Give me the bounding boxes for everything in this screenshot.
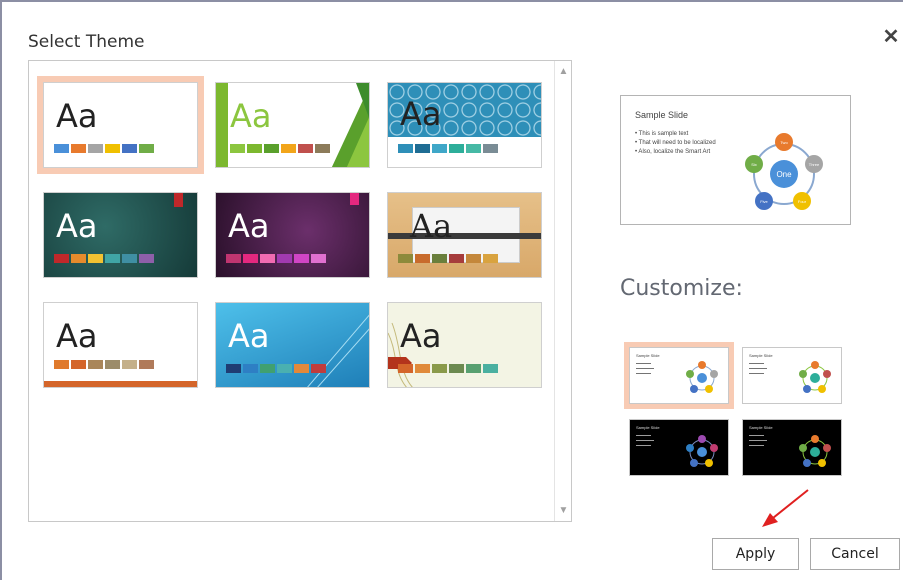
theme-swatches [54,360,154,369]
theme-swatches [398,364,498,373]
variant-title: Sample Slide [749,425,773,430]
smartart-node: Three [809,162,820,167]
theme-thumbnail-office[interactable]: Aa [37,76,204,174]
variant-title: Sample Slide [749,353,773,358]
variant-smartart [799,435,831,467]
theme-thumbnail-retrospect[interactable]: Aa [43,302,198,388]
scroll-down-icon[interactable]: ▼ [555,502,572,519]
close-icon[interactable]: ✕ [880,26,902,48]
variant-bullets: ▬▬▬▬▬ ▬▬▬▬▬▬ ▬▬▬▬▬ [636,361,654,375]
preview-bullets: • This is sample text • That will need t… [635,130,716,157]
theme-thumbnail-wisp[interactable]: Aa [387,302,542,388]
preview-bullet: • Also, localize the Smart Art [635,149,711,155]
variant-bullets: ▬▬▬▬▬ ▬▬▬▬▬▬ ▬▬▬▬▬ [749,433,767,447]
variant-smartart [686,435,718,467]
preview-smartart: One Two Three Four Five Six [745,133,823,210]
variant-thumbnail-2[interactable]: Sample Slide ▬▬▬▬▬ ▬▬▬▬▬▬ ▬▬▬▬▬ [742,347,842,404]
customize-label: Customize: [620,276,743,301]
scroll-up-icon[interactable]: ▲ [555,63,572,80]
variant-smartart [686,361,718,393]
smartart-node: Six [751,162,757,167]
theme-thumbnail-pattern[interactable]: Aa [387,82,542,168]
variant-thumbnail-3[interactable]: Sample Slide ▬▬▬▬▬ ▬▬▬▬▬▬ ▬▬▬▬▬ [629,419,729,476]
variant-thumbnail-4[interactable]: Sample Slide ▬▬▬▬▬ ▬▬▬▬▬▬ ▬▬▬▬▬ [742,419,842,476]
theme-thumbnail-ion-boardroom[interactable]: Aa [215,192,370,278]
annotation-arrow-icon [762,489,809,527]
theme-sample-text: Aa [400,317,442,355]
theme-sample-text: Aa [56,207,98,245]
theme-sample-text: Aa [400,95,442,133]
variant-bullets: ▬▬▬▬▬ ▬▬▬▬▬▬ ▬▬▬▬▬ [636,433,654,447]
theme-sample-text: Aa [228,207,270,245]
cancel-button[interactable]: Cancel [810,538,900,570]
ion-accent [174,193,183,207]
smartart-node: Two [780,140,788,145]
theme-thumbnail-ion[interactable]: Aa [43,192,198,278]
dialog-title: Select Theme [28,32,145,52]
variant-smartart [799,361,831,393]
preview-slide-title: Sample Slide [635,110,689,120]
smartart-node: Four [798,199,807,204]
theme-swatches [398,254,498,263]
preview-bullet: • That will need to be localized [635,140,716,146]
theme-sample-text: Aa [56,97,98,135]
select-theme-dialog: Select Theme ✕ ▲ ▼ Aa Aa Aa Aa Aa Aa Aa … [0,0,903,580]
smartart-node: Five [760,199,768,204]
theme-preview: Sample Slide • This is sample text • Tha… [620,95,851,225]
smartart-center: One [776,170,792,179]
retrospect-band [44,381,197,387]
theme-swatches [54,144,154,153]
apply-button[interactable]: Apply [712,538,799,570]
theme-swatches [230,144,330,153]
theme-swatches [398,144,498,153]
variant-title: Sample Slide [636,353,660,358]
theme-swatches [226,364,326,373]
gallery-scrollbar[interactable]: ▲ ▼ [554,61,571,521]
theme-sample-text: Aa [56,317,98,355]
variant-bullets: ▬▬▬▬▬ ▬▬▬▬▬▬ ▬▬▬▬▬ [749,361,767,375]
theme-thumbnail-facet[interactable]: Aa [215,82,370,168]
preview-bullet: • This is sample text [635,131,689,137]
theme-thumbnail-wood-type[interactable]: Aa [387,192,542,278]
theme-sample-text: Aa [410,207,453,245]
variant-thumbnail-1[interactable]: Sample Slide ▬▬▬▬▬ ▬▬▬▬▬▬ ▬▬▬▬▬ [624,342,734,409]
variant-title: Sample Slide [636,425,660,430]
theme-sample-text: Aa [230,97,272,135]
theme-swatches [226,254,326,263]
theme-sample-text: Aa [228,317,270,355]
theme-gallery[interactable]: ▲ ▼ Aa Aa Aa Aa Aa Aa Aa Aa Aa [28,60,572,522]
theme-swatches [54,254,154,263]
ion-boardroom-accent [350,193,359,205]
theme-thumbnail-slice[interactable]: Aa [215,302,370,388]
